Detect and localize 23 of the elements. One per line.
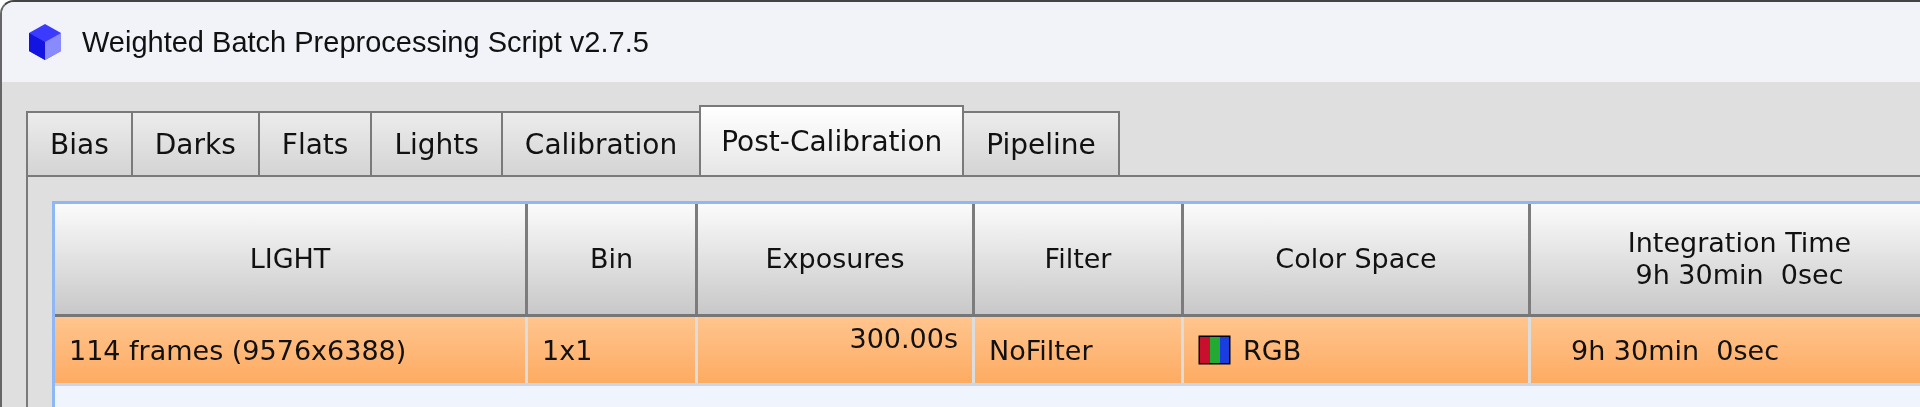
tab[interactable]: Bias	[26, 111, 133, 175]
tab[interactable]: Pipeline	[962, 111, 1120, 175]
column-header[interactable]: Color Space	[1184, 204, 1531, 314]
window-title: Weighted Batch Preprocessing Script v2.7.5	[82, 25, 649, 59]
table-cell: NoFilter	[989, 334, 1093, 366]
column-header[interactable]: Exposures	[698, 204, 975, 314]
table-cell: 9h 30min 0sec	[1571, 334, 1779, 366]
table-cell: RGB	[1243, 334, 1302, 366]
table-cell: 300.00s	[849, 323, 958, 354]
table-cell: 1x1	[542, 334, 593, 366]
table-row[interactable]: 114 frames (9576x6388) 1x1 300.00s NoFilter RGB 9h 30min 0sec	[55, 317, 1920, 386]
column-header[interactable]: Integration Time 9h 30min 0sec	[1531, 204, 1920, 314]
column-header[interactable]: Filter	[975, 204, 1184, 314]
tab[interactable]: Calibration	[500, 111, 702, 175]
rgb-icon	[1198, 335, 1231, 365]
tab[interactable]: Flats	[257, 111, 373, 175]
cube-icon	[28, 23, 62, 61]
tab[interactable]: Darks	[130, 111, 260, 175]
tab[interactable]: Lights	[370, 111, 503, 175]
table-cell: 114 frames (9576x6388)	[69, 334, 407, 366]
column-header[interactable]: LIGHT	[55, 204, 528, 314]
column-header[interactable]: Bin	[528, 204, 698, 314]
tab[interactable]: Post-Calibration	[699, 105, 965, 175]
